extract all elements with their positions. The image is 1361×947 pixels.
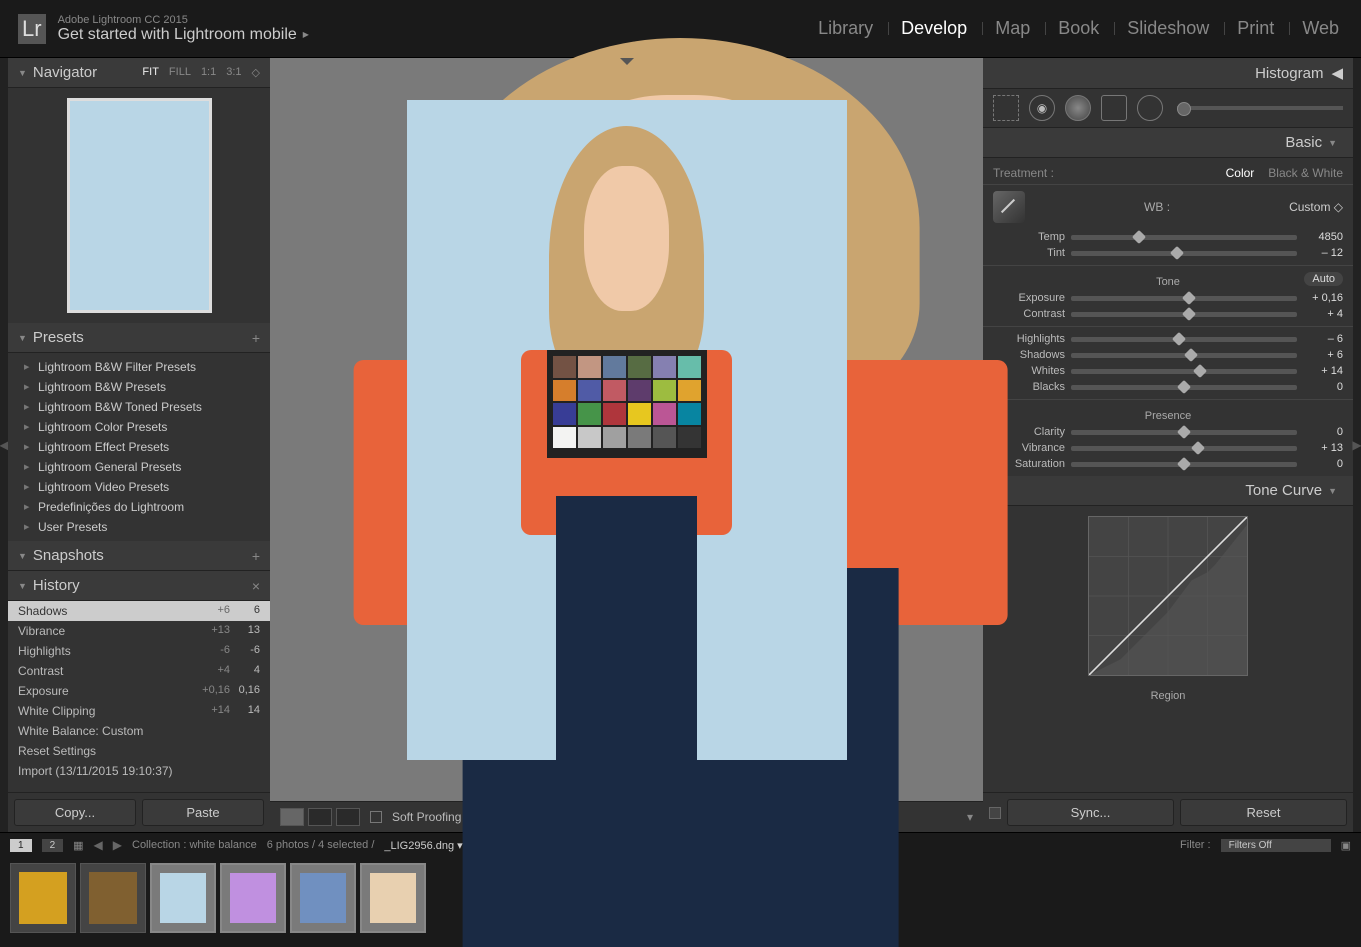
filmstrip-thumb[interactable] [150, 863, 216, 933]
gradient-tool-icon[interactable] [1101, 95, 1127, 121]
preset-folder[interactable]: Lightroom B&W Toned Presets [8, 397, 270, 417]
filmstrip-thumb[interactable] [220, 863, 286, 933]
preset-folder[interactable]: User Presets [8, 517, 270, 537]
tone-curve-title: Tone Curve [1245, 482, 1322, 499]
basic-title: Basic [1285, 134, 1322, 151]
chevron-down-icon: ▼ [18, 581, 27, 591]
left-panel: ▼ Navigator FITFILL1:13:1◇ ▼ Presets + L… [8, 58, 270, 832]
treatment-bw[interactable]: Black & White [1268, 166, 1343, 180]
redeye-tool-icon[interactable] [1065, 95, 1091, 121]
grid-view-icon[interactable]: ▦ [73, 839, 83, 852]
preset-folder[interactable]: Lightroom Effect Presets [8, 437, 270, 457]
display-1-tab[interactable]: 1 [10, 839, 32, 852]
navigator-preview[interactable] [8, 88, 270, 323]
module-web[interactable]: Web [1298, 18, 1343, 39]
preset-folder[interactable]: Lightroom B&W Presets [8, 377, 270, 397]
navigator-thumbnail [67, 98, 212, 313]
auto-tone-button[interactable]: Auto [1304, 272, 1343, 286]
preset-folder[interactable]: Lightroom General Presets [8, 457, 270, 477]
history-title: History [33, 577, 80, 594]
presence-section-label: Presence [983, 404, 1353, 424]
copy-button[interactable]: Copy... [14, 799, 136, 826]
preset-folder[interactable]: Lightroom B&W Filter Presets [8, 357, 270, 377]
module-print[interactable]: Print [1233, 18, 1278, 39]
white-balance-eyedropper-icon[interactable] [993, 191, 1025, 223]
snapshots-title: Snapshots [33, 547, 104, 564]
center-canvas: Soft Proofing ▾ [270, 58, 983, 832]
color-checker-card [547, 350, 707, 458]
wb-dropdown[interactable]: Custom ◇ [1289, 200, 1343, 214]
brush-size-slider[interactable] [1177, 106, 1343, 110]
main-image[interactable] [407, 100, 847, 760]
chevron-left-icon: ◀ [1331, 64, 1343, 82]
preset-folder[interactable]: Predefinições do Lightroom [8, 497, 270, 517]
navigator-title: Navigator [33, 64, 97, 81]
filmstrip-thumb[interactable] [290, 863, 356, 933]
display-2-tab[interactable]: 2 [42, 839, 64, 852]
spot-tool-icon[interactable]: ◉ [1029, 95, 1055, 121]
filmstrip-thumb[interactable] [10, 863, 76, 933]
presets-title: Presets [33, 329, 84, 346]
right-collapse[interactable]: ▶ [1353, 58, 1361, 832]
left-collapse[interactable]: ◀ [0, 58, 8, 832]
crop-tool-icon[interactable] [993, 95, 1019, 121]
preset-folder[interactable]: Lightroom Color Presets [8, 417, 270, 437]
chevron-down-icon: ▼ [18, 333, 27, 343]
chevron-down-icon: ▼ [18, 68, 27, 78]
radial-tool-icon[interactable] [1137, 95, 1163, 121]
preset-folder[interactable]: Lightroom Video Presets [8, 477, 270, 497]
treatment-color[interactable]: Color [1226, 166, 1255, 180]
lock-icon[interactable]: ▣ [1341, 839, 1351, 852]
app-logo: Lr [18, 14, 46, 44]
next-arrow-icon[interactable]: ▶ [113, 838, 122, 852]
filmstrip-thumb[interactable] [360, 863, 426, 933]
prev-arrow-icon[interactable]: ◀ [94, 838, 103, 852]
chevron-down-icon: ▼ [18, 551, 27, 561]
filter-dropdown[interactable]: Filters Off [1221, 839, 1331, 852]
filmstrip-thumb[interactable] [80, 863, 146, 933]
presets-list: Lightroom B&W Filter PresetsLightroom B&… [8, 353, 270, 541]
top-collapse-icon[interactable] [619, 58, 635, 65]
tone-section-label: Tone Auto [983, 270, 1353, 290]
histogram-title: Histogram [1255, 65, 1323, 82]
chevron-down-icon: ▼ [1328, 486, 1337, 496]
chevron-down-icon: ▼ [1328, 138, 1337, 148]
